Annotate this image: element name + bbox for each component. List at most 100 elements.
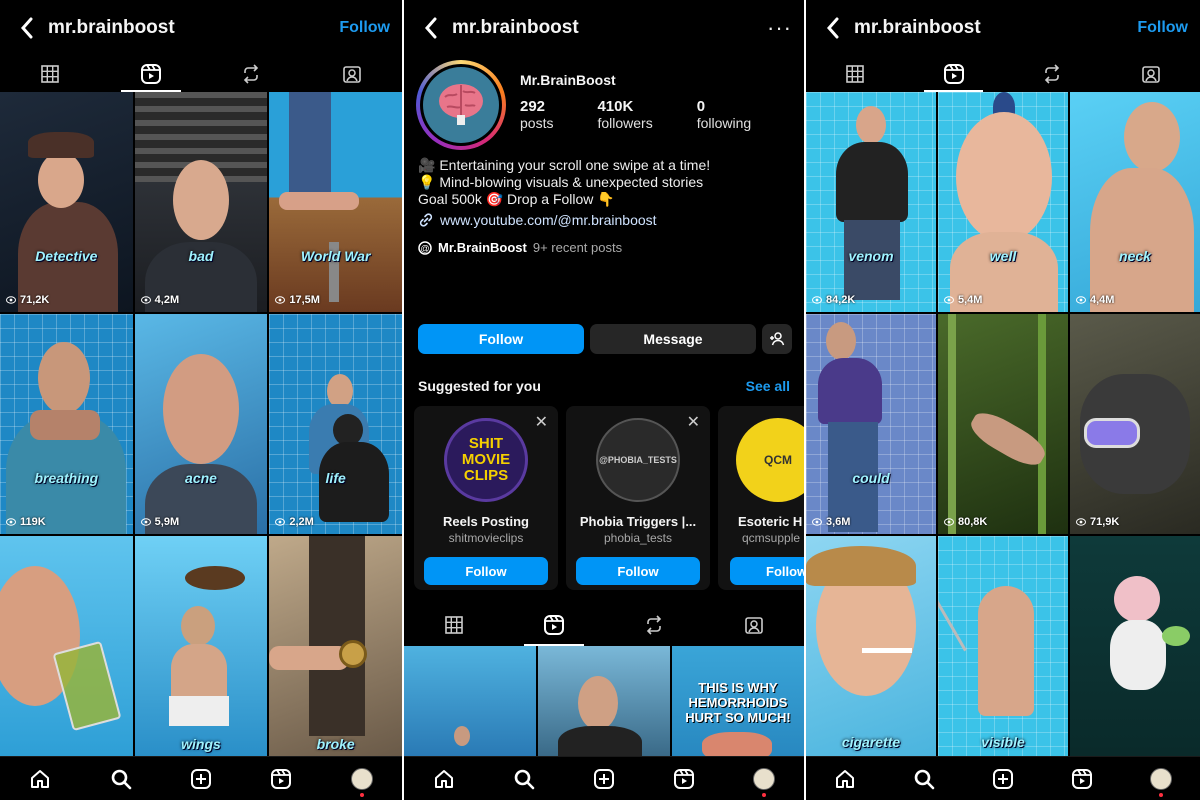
reel-tile[interactable]: broke bbox=[269, 536, 402, 756]
follow-link[interactable]: Follow bbox=[339, 19, 390, 37]
reel-tile[interactable] bbox=[404, 646, 536, 756]
view-count: 2,2M bbox=[275, 516, 314, 528]
bottom-nav bbox=[806, 756, 1200, 800]
suggest-people-button[interactable] bbox=[762, 324, 792, 354]
reels-grid: venom 84,2K well 5,4M neck 4,4M could 3,… bbox=[806, 92, 1200, 756]
suggestion-handle: shitmovieclips bbox=[448, 531, 524, 545]
followers-stat[interactable]: 410K followers bbox=[597, 98, 652, 133]
tab-posts[interactable] bbox=[404, 604, 504, 646]
tab-reels[interactable] bbox=[905, 56, 1004, 92]
suggestion-handle: phobia_tests bbox=[603, 531, 673, 545]
back-button[interactable] bbox=[12, 13, 42, 43]
repost-icon bbox=[1045, 64, 1060, 84]
tab-tagged[interactable] bbox=[704, 604, 804, 646]
following-stat[interactable]: 0 following bbox=[697, 98, 751, 133]
profile-tabs bbox=[0, 56, 402, 92]
reel-tile[interactable]: visible bbox=[938, 536, 1068, 756]
nav-home[interactable] bbox=[26, 765, 54, 793]
nav-reels[interactable] bbox=[267, 765, 295, 793]
tab-reels[interactable] bbox=[101, 56, 202, 92]
reel-tile[interactable]: neck 4,4M bbox=[1070, 92, 1200, 312]
nav-create[interactable] bbox=[989, 765, 1017, 793]
message-button[interactable]: Message bbox=[590, 324, 756, 354]
threads-icon: @ bbox=[418, 240, 432, 255]
reels-panel-left: mr.brainboost Follow Detective 71,2K bad… bbox=[0, 0, 402, 800]
reels-panel-right: mr.brainboost Follow venom 84,2K well 5,… bbox=[806, 0, 1200, 800]
reel-tile[interactable] bbox=[1070, 536, 1200, 756]
view-count: 119K bbox=[6, 516, 46, 528]
tab-tagged[interactable] bbox=[1102, 56, 1200, 92]
chevron-left-icon bbox=[20, 17, 33, 39]
back-button[interactable] bbox=[818, 13, 848, 43]
nav-home[interactable] bbox=[430, 765, 458, 793]
view-count: 84,2K bbox=[812, 294, 855, 306]
nav-create[interactable] bbox=[187, 765, 215, 793]
more-options-button[interactable]: ··· bbox=[767, 15, 792, 41]
suggestion-follow-button[interactable]: Follow bbox=[576, 557, 700, 585]
nav-search[interactable] bbox=[107, 765, 135, 793]
nav-create[interactable] bbox=[590, 765, 618, 793]
view-count: 17,5M bbox=[275, 294, 320, 306]
reel-tile[interactable]: THIS IS WHY HEMORRHOIDS HURT SO MUCH! bbox=[672, 646, 804, 756]
search-icon bbox=[914, 769, 935, 789]
reel-tile[interactable]: acne 5,9M bbox=[134, 314, 268, 534]
nav-profile[interactable] bbox=[348, 765, 376, 797]
play-count-icon bbox=[275, 296, 286, 304]
reels-grid: Detective 71,2K bad 4,2M World War 17,5M… bbox=[0, 92, 402, 756]
tab-reposts[interactable] bbox=[604, 604, 704, 646]
nav-search[interactable] bbox=[510, 765, 538, 793]
suggestion-card[interactable]: ✕ SHIT MOVIE CLIPS Reels Posting shitmov… bbox=[414, 406, 558, 590]
tab-posts[interactable] bbox=[806, 56, 905, 92]
profile-picture[interactable] bbox=[416, 60, 506, 150]
threads-badge[interactable]: @ Mr.BrainBoost 9+ recent posts bbox=[418, 240, 622, 255]
tab-reels[interactable] bbox=[504, 604, 604, 646]
suggestion-card[interactable]: QCM Esoteric H qcmsupple Follow bbox=[718, 406, 804, 590]
reel-tile[interactable]: cigarette bbox=[806, 536, 936, 756]
nav-profile[interactable] bbox=[750, 765, 778, 797]
back-button[interactable] bbox=[416, 13, 446, 43]
nav-profile[interactable] bbox=[1147, 765, 1175, 797]
reel-tile[interactable]: well 5,4M bbox=[938, 92, 1068, 312]
reel-tile[interactable]: life 2,2M bbox=[269, 314, 402, 534]
reel-tile[interactable]: wings bbox=[134, 536, 268, 756]
header: mr.brainboost ··· bbox=[404, 0, 804, 56]
play-count-icon bbox=[1076, 296, 1086, 304]
reels-icon bbox=[271, 768, 292, 789]
nav-reels[interactable] bbox=[1068, 765, 1096, 793]
reel-tile[interactable]: Detective 71,2K bbox=[0, 92, 133, 312]
suggestion-card[interactable]: ✕ @PHOBIA_TESTS Phobia Triggers |... pho… bbox=[566, 406, 710, 590]
follow-button[interactable]: Follow bbox=[418, 324, 584, 354]
tab-posts[interactable] bbox=[0, 56, 101, 92]
profile-link[interactable]: www.youtube.com/@mr.brainboost bbox=[418, 212, 657, 228]
tab-reposts[interactable] bbox=[201, 56, 302, 92]
reel-tile[interactable] bbox=[538, 646, 670, 756]
reel-tile[interactable]: 80,8K bbox=[938, 314, 1068, 534]
follow-link[interactable]: Follow bbox=[1137, 19, 1188, 37]
avatar bbox=[753, 767, 775, 790]
reel-tile[interactable]: bad 4,2M bbox=[134, 92, 268, 312]
posts-stat[interactable]: 292 posts bbox=[520, 98, 553, 133]
reel-caption: neck bbox=[1119, 248, 1151, 264]
suggestion-follow-button[interactable]: Follow bbox=[730, 557, 804, 585]
dismiss-icon[interactable]: ✕ bbox=[535, 412, 548, 432]
reel-tile[interactable]: 71,9K bbox=[1070, 314, 1200, 534]
tab-reposts[interactable] bbox=[1003, 56, 1102, 92]
dismiss-icon[interactable]: ✕ bbox=[687, 412, 700, 432]
chevron-left-icon bbox=[826, 17, 839, 39]
tab-tagged[interactable] bbox=[302, 56, 403, 92]
reels-icon bbox=[1071, 768, 1092, 789]
reel-tile[interactable]: breathing 119K bbox=[0, 314, 133, 534]
reel-tile[interactable] bbox=[0, 536, 133, 756]
suggestion-follow-button[interactable]: Follow bbox=[424, 557, 548, 585]
nav-search[interactable] bbox=[910, 765, 938, 793]
reel-tile[interactable]: World War 17,5M bbox=[269, 92, 402, 312]
profile-tabs bbox=[404, 604, 804, 646]
see-all-link[interactable]: See all bbox=[746, 378, 790, 394]
profile-panel: mr.brainboost ··· Mr.BrainBoost 292 posts… bbox=[404, 0, 804, 800]
reel-tile[interactable]: could 3,6M bbox=[806, 314, 936, 534]
notification-dot bbox=[1158, 792, 1163, 797]
nav-home[interactable] bbox=[831, 765, 859, 793]
nav-reels[interactable] bbox=[670, 765, 698, 793]
plus-square-icon bbox=[594, 768, 614, 789]
reel-tile[interactable]: venom 84,2K bbox=[806, 92, 936, 312]
